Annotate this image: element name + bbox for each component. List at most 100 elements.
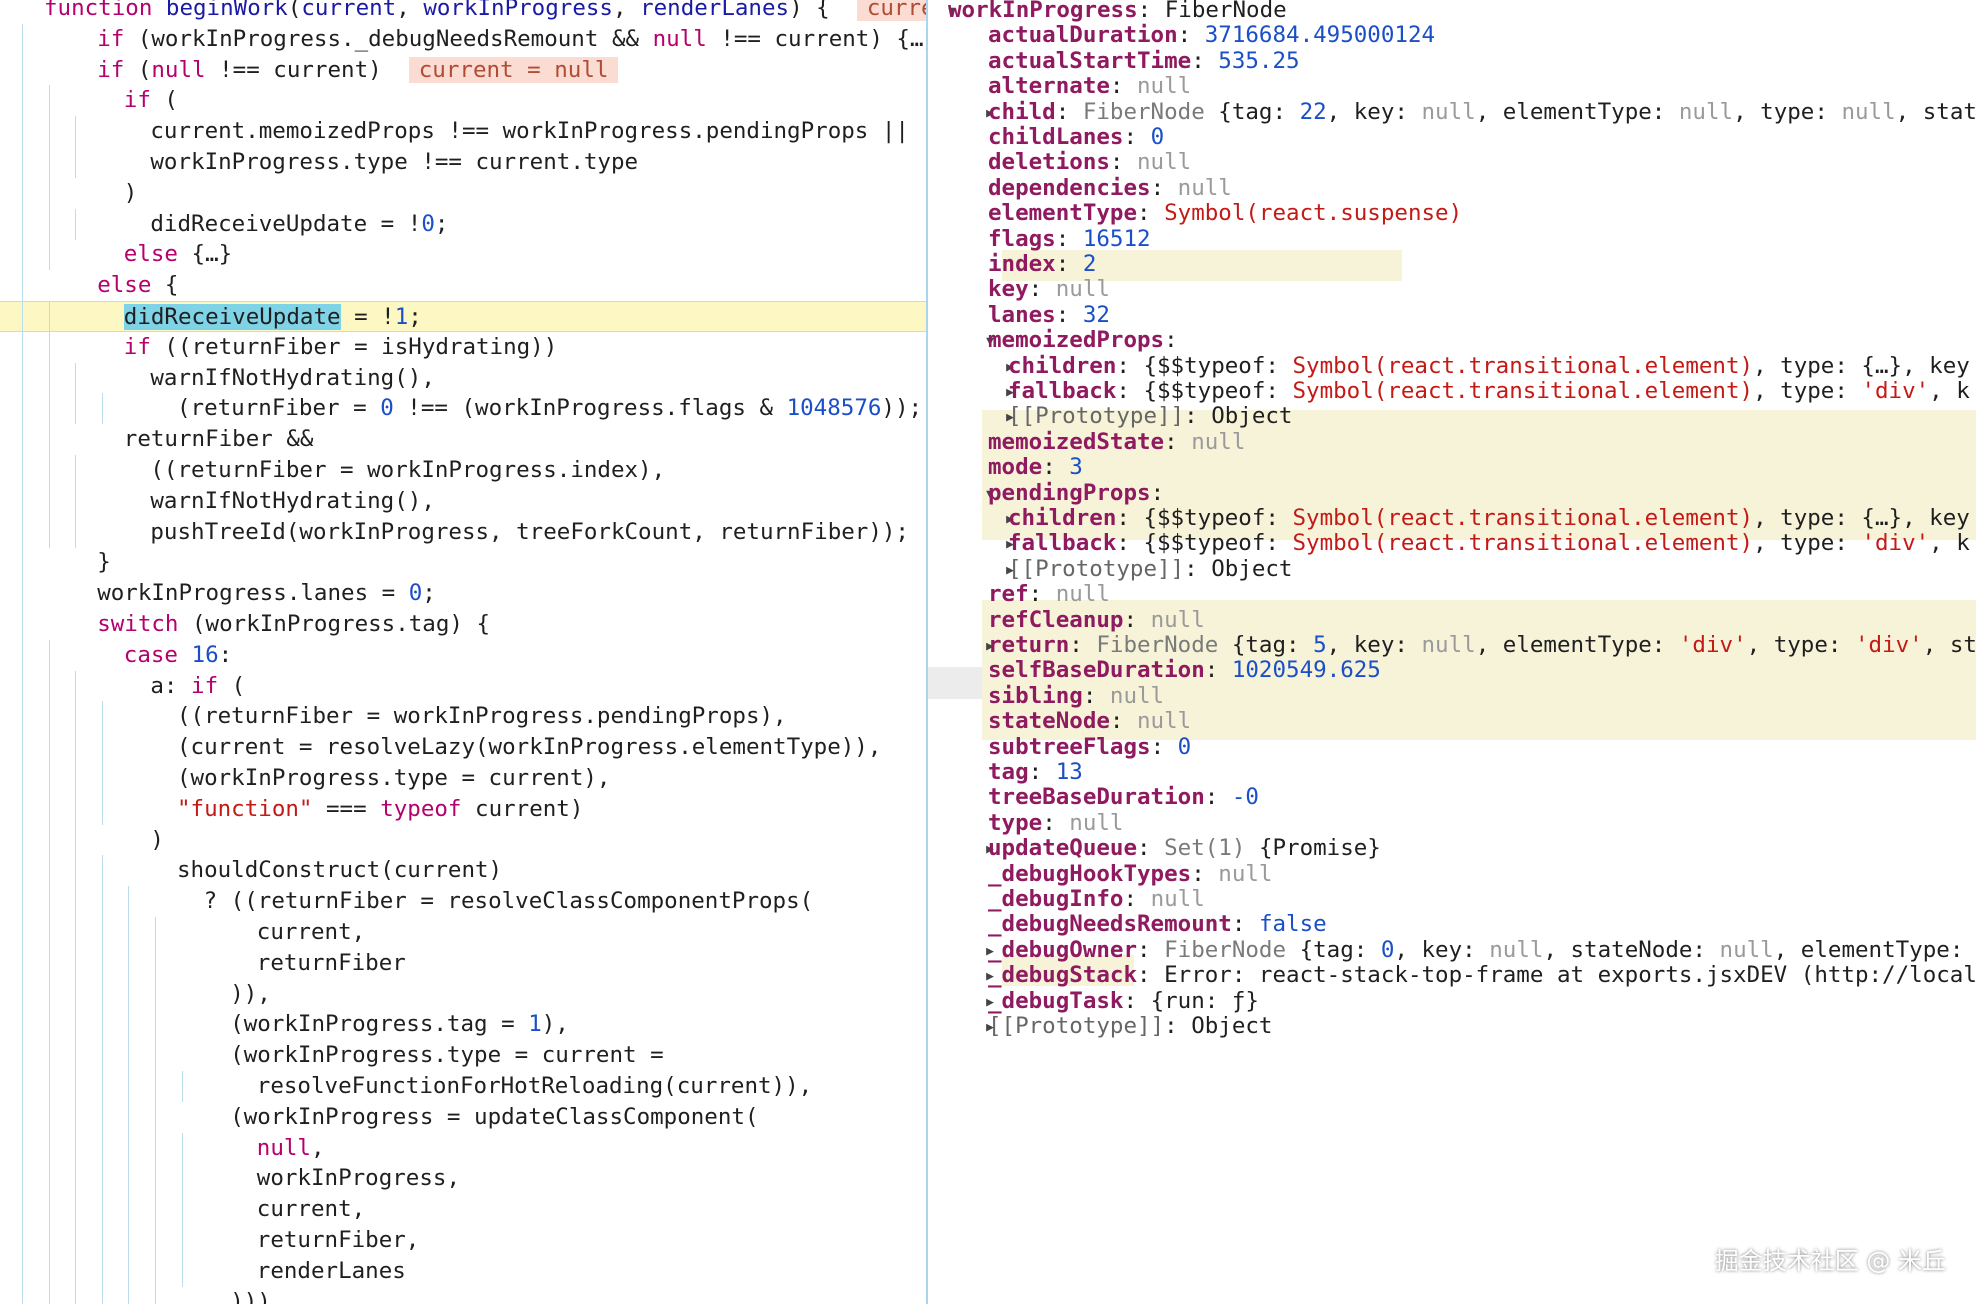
code-token: 0 — [380, 395, 394, 422]
code-line[interactable]: if ((returnFiber = isHydrating)) — [0, 331, 926, 363]
indent-guide — [101, 947, 103, 979]
code-line[interactable]: switch (workInProgress.tag) { — [0, 609, 926, 640]
code-text: "function" === typeof current) — [177, 794, 583, 825]
code-line[interactable]: "function" === typeof current) — [0, 793, 926, 825]
code-line[interactable]: (current = resolveLazy(workInProgress.el… — [0, 732, 926, 764]
code-line[interactable]: warnIfNotHydrating(), — [0, 362, 926, 394]
indent-guide — [22, 1163, 23, 1195]
inline-value-badge[interactable]: curren — [856, 0, 926, 21]
code-text: if (workInProgress._debugNeedsRemount &&… — [97, 24, 926, 55]
indent-guide — [22, 1286, 23, 1304]
indent-guide — [22, 23, 23, 55]
indent-guide — [22, 54, 23, 86]
indent-guide — [155, 1194, 156, 1226]
code-token: warnIfNotHydrating(), — [150, 487, 435, 514]
code-line[interactable]: ? ((returnFiber = resolveClassComponentP… — [0, 886, 926, 918]
code-line[interactable]: )), — [0, 978, 926, 1010]
indent-guide — [128, 1132, 130, 1164]
code-token: (workInProgress._debugNeedsRemount && — [124, 25, 653, 52]
indent-guide — [48, 1071, 50, 1102]
code-line[interactable]: ) — [0, 177, 926, 209]
indent-guide — [22, 516, 23, 548]
code-line[interactable]: null, — [0, 1132, 926, 1164]
indent-guide — [75, 516, 77, 548]
indent-guide — [22, 701, 23, 733]
code-line[interactable]: function beginWork(current, workInProgre… — [0, 0, 926, 24]
code-line[interactable]: (returnFiber = 0 !== (workInProgress.fla… — [0, 393, 926, 425]
code-line[interactable]: ))) — [0, 1286, 926, 1304]
code-line[interactable]: case 16: — [0, 639, 926, 671]
code-line[interactable]: (workInProgress.tag = 1), — [0, 1009, 926, 1041]
code-line[interactable]: returnFiber && — [0, 424, 926, 456]
code-line[interactable]: a: if ( — [0, 670, 926, 702]
code-token: ( — [124, 56, 152, 83]
indent-guide — [101, 1255, 103, 1287]
code-line[interactable]: current.memoizedProps !== workInProgress… — [0, 116, 926, 148]
code-line[interactable]: workInProgress, — [0, 1163, 926, 1195]
code-line[interactable]: resolveFunctionForHotReloading(current))… — [0, 1071, 926, 1102]
indent-guide — [48, 1132, 50, 1164]
indent-guide — [101, 1225, 103, 1256]
inline-value-badge[interactable]: current = null — [408, 56, 619, 83]
code-line[interactable]: if (null !== current) current = null — [0, 54, 926, 86]
indent-guide — [48, 917, 50, 948]
code-line[interactable]: if (workInProgress._debugNeedsRemount &&… — [0, 23, 926, 55]
indent-guide — [101, 978, 103, 1010]
indent-guide — [48, 455, 50, 486]
code-token: returnFiber — [256, 949, 406, 976]
indent-guide — [22, 1194, 23, 1226]
code-line[interactable]: returnFiber — [0, 947, 926, 979]
source-code-pane[interactable]: function beginWork(current, workInProgre… — [0, 0, 926, 1304]
code-text: ((returnFiber = workInProgress.index), — [150, 455, 665, 486]
scope-variables-pane[interactable]: workInProgress: FiberNodeactualDuration:… — [928, 0, 1976, 1304]
code-line[interactable]: current, — [0, 1194, 926, 1226]
indent-guide — [75, 1009, 77, 1041]
code-token: 1 — [394, 304, 409, 330]
code-line[interactable]: if ( — [0, 85, 926, 117]
code-line[interactable]: else {…} — [0, 239, 926, 271]
code-line[interactable]: warnIfNotHydrating(), — [0, 485, 926, 517]
indent-guide — [75, 763, 77, 794]
code-line[interactable]: (workInProgress = updateClassComponent( — [0, 1101, 926, 1133]
code-line[interactable]: ((returnFiber = workInProgress.pendingPr… — [0, 701, 926, 733]
code-line[interactable]: } — [0, 547, 926, 579]
code-text: if ((returnFiber = isHydrating)) — [124, 332, 557, 363]
scope-colon: : — [1164, 1013, 1192, 1039]
code-text: switch (workInProgress.tag) { — [97, 609, 490, 640]
indent-guide — [101, 793, 103, 825]
code-line[interactable]: didReceiveUpdate = !0; — [0, 208, 926, 240]
indent-guide — [155, 1071, 156, 1102]
code-token: ) { — [789, 0, 857, 21]
code-token: ((returnFiber = isHydrating)) — [150, 333, 558, 360]
code-token: : — [218, 641, 233, 668]
code-line[interactable]: workInProgress.type !== current.type — [0, 147, 926, 178]
code-line[interactable]: renderLanes — [0, 1255, 926, 1287]
indent-guide — [48, 1040, 50, 1072]
code-line[interactable]: pushTreeId(workInProgress, treeForkCount… — [0, 516, 926, 548]
code-token: , — [612, 0, 641, 21]
code-token: (workInProgress.tag = — [230, 1011, 529, 1038]
code-line[interactable]: current, — [0, 917, 926, 948]
code-line[interactable]: ) — [0, 824, 926, 856]
code-line[interactable]: workInProgress.lanes = 0; — [0, 578, 926, 610]
indent-guide — [181, 1194, 183, 1226]
indent-guide — [22, 824, 23, 856]
indent-guide — [181, 1132, 183, 1164]
scope-row-prototype[interactable]: [[Prototype]]: Object — [928, 1010, 1976, 1042]
indent-guide — [22, 239, 23, 271]
indent-guide — [75, 208, 77, 240]
indent-guide — [22, 609, 23, 640]
indent-guide — [22, 270, 23, 302]
code-token: ((returnFiber = workInProgress.pendingPr… — [177, 703, 787, 730]
code-text: pushTreeId(workInProgress, treeForkCount… — [150, 517, 909, 548]
indent-guide — [48, 824, 50, 856]
code-line[interactable]: shouldConstruct(current) — [0, 855, 926, 887]
code-line[interactable]: returnFiber, — [0, 1225, 926, 1256]
code-line-current[interactable]: didReceiveUpdate = !1; — [0, 301, 926, 332]
code-line[interactable]: ((returnFiber = workInProgress.index), — [0, 455, 926, 486]
indent-guide — [75, 1225, 77, 1256]
code-line[interactable]: else { — [0, 270, 926, 302]
code-line[interactable]: (workInProgress.type = current), — [0, 763, 926, 794]
code-line[interactable]: (workInProgress.type = current = — [0, 1040, 926, 1072]
code-token: returnFiber && — [123, 426, 314, 453]
